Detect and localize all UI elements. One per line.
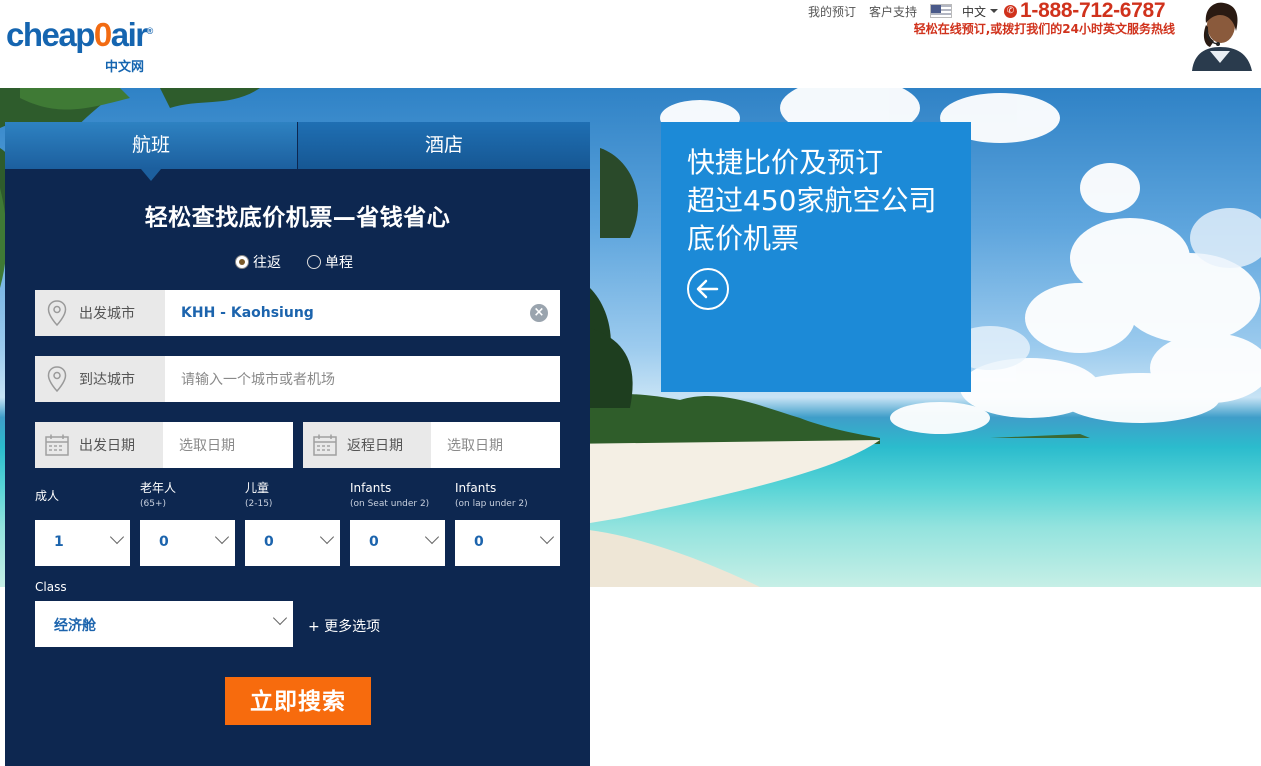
chevron-down-icon: [539, 529, 555, 545]
cabin-class-value: 经济舱: [54, 618, 96, 634]
return-date-label: 返程日期: [347, 438, 403, 454]
to-city-label-box: 到达城市: [35, 356, 165, 402]
depart-date-field[interactable]: 出发日期 选取日期: [35, 422, 293, 468]
return-date-field[interactable]: 返程日期 选取日期: [303, 422, 560, 468]
search-tabs: 航班 酒店: [5, 122, 590, 169]
chevron-down-icon: [424, 529, 440, 545]
to-city-label: 到达城市: [79, 372, 135, 388]
logo-subtitle: 中文网: [105, 60, 145, 75]
radio-roundtrip[interactable]: [235, 255, 249, 269]
clear-icon[interactable]: ×: [530, 304, 548, 322]
promo-line-1: 快捷比价及预订: [687, 146, 884, 179]
depart-date-label: 出发日期: [79, 438, 135, 454]
trip-option-oneway[interactable]: 单程: [307, 252, 353, 272]
active-tab-indicator: [141, 169, 161, 181]
calendar-icon: [303, 434, 347, 456]
adults-label: 成人: [35, 489, 60, 503]
promo-box: 快捷比价及预订 超过450家航空公司 底价机票: [661, 122, 971, 392]
location-pin-icon: [35, 366, 79, 392]
depart-date-label-box: 出发日期: [35, 422, 163, 468]
promo-line-2: 超过450家航空公司: [687, 184, 937, 217]
oneway-label: 单程: [325, 255, 353, 271]
cheapoair-logo[interactable]: cheap0air® 中文网: [6, 14, 166, 75]
children-value: 0: [264, 534, 274, 550]
us-flag-icon: [930, 4, 953, 18]
language-selector[interactable]: 中文: [962, 3, 999, 20]
calendar-icon: [35, 434, 79, 456]
more-options-link[interactable]: + 更多选项: [308, 616, 380, 636]
arrow-left-circle-icon[interactable]: [687, 268, 729, 310]
children-label: 儿童 (2-15): [245, 481, 273, 509]
radio-oneway[interactable]: [307, 255, 321, 269]
phone-icon: ✆: [1004, 4, 1018, 18]
infants-seat-value: 0: [369, 534, 379, 550]
seniors-label: 老年人 (65+): [140, 481, 177, 509]
roundtrip-label: 往返: [253, 255, 281, 271]
from-city-input[interactable]: KHH - Kaohsiung: [165, 290, 530, 336]
service-tagline: 轻松在线预订,或拨打我们的24小时英文服务热线: [913, 22, 1175, 36]
my-bookings-link[interactable]: 我的预订: [808, 3, 856, 20]
tab-flights[interactable]: 航班: [5, 122, 297, 169]
trip-type-selector: 往返 单程: [235, 252, 379, 272]
adults-value: 1: [54, 534, 64, 550]
seniors-select[interactable]: 0: [140, 520, 235, 566]
customer-support-link[interactable]: 客户支持: [869, 3, 917, 20]
caret-down-icon: [990, 9, 999, 13]
site-header: cheap0air® 中文网 我的预订 客户支持 中文 ✆ 1-888-712-…: [0, 0, 1261, 88]
logo-wordmark: cheap0air®: [6, 16, 154, 53]
language-label: 中文: [962, 4, 987, 19]
cabin-class-select[interactable]: 经济舱: [35, 601, 293, 647]
location-pin-icon: [35, 300, 79, 326]
class-label: Class: [35, 580, 67, 594]
infants-seat-select[interactable]: 0: [350, 520, 445, 566]
trip-option-roundtrip[interactable]: 往返: [235, 252, 281, 272]
infants-lap-value: 0: [474, 534, 484, 550]
to-city-field[interactable]: 到达城市 请输入一个城市或者机场: [35, 356, 560, 402]
from-city-field[interactable]: 出发城市 KHH - Kaohsiung ×: [35, 290, 560, 336]
adults-select[interactable]: 1: [35, 520, 130, 566]
infants-seat-label: Infants (on Seat under 2): [350, 481, 430, 509]
chevron-down-icon: [272, 610, 288, 626]
from-city-label: 出发城市: [79, 306, 135, 322]
search-button[interactable]: 立即搜索: [225, 677, 371, 725]
children-select[interactable]: 0: [245, 520, 340, 566]
promo-line-3: 底价机票: [687, 222, 800, 255]
flight-search-panel: 航班 酒店 轻松查找底价机票—省钱省心 往返 单程 出发城市 KHH - Kao…: [5, 122, 590, 766]
depart-date-input[interactable]: 选取日期: [163, 422, 293, 468]
return-date-label-box: 返程日期: [303, 422, 431, 468]
return-date-input[interactable]: 选取日期: [431, 422, 560, 468]
search-title: 轻松查找底价机票—省钱省心: [144, 205, 451, 231]
seniors-value: 0: [159, 534, 169, 550]
infants-lap-select[interactable]: 0: [455, 520, 560, 566]
chevron-down-icon: [214, 529, 230, 545]
chevron-down-icon: [109, 529, 125, 545]
infants-lap-label: Infants (on lap under 2): [455, 481, 528, 509]
top-links: 我的预订 客户支持 中文 ✆ 1-888-712-6787: [808, 0, 1166, 22]
chevron-down-icon: [319, 529, 335, 545]
support-agent-avatar: [1184, 1, 1256, 71]
from-city-label-box: 出发城市: [35, 290, 165, 336]
tab-hotels[interactable]: 酒店: [298, 122, 590, 169]
to-city-input[interactable]: 请输入一个城市或者机场: [165, 356, 560, 402]
